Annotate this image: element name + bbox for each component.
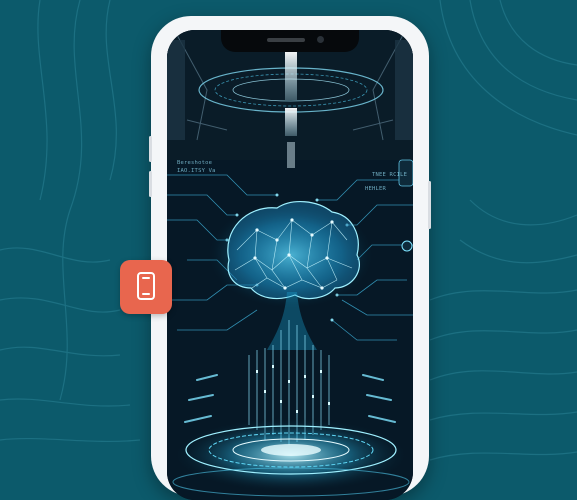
- hud-label: HEHLER: [365, 186, 387, 192]
- front-camera: [317, 36, 324, 43]
- hud-label: TNEE RCILE: [372, 172, 408, 178]
- volume-button: [149, 171, 152, 197]
- mobile-device-badge: [120, 260, 172, 314]
- volume-button: [149, 136, 152, 162]
- speaker-grille: [267, 38, 305, 42]
- hud-label: Bereshotoe: [177, 160, 213, 166]
- phone-notch: [221, 30, 359, 52]
- hud-label: IAO.ITSY Va: [177, 168, 216, 174]
- phone-screen: Bereshotoe IAO.ITSY Va TNEE RCILE HEHLER: [167, 30, 413, 500]
- ai-brain-hologram-illustration: [167, 30, 413, 500]
- power-button: [428, 181, 431, 229]
- mobile-device-icon: [137, 272, 155, 300]
- phone-mockup: Bereshotoe IAO.ITSY Va TNEE RCILE HEHLER: [149, 16, 431, 500]
